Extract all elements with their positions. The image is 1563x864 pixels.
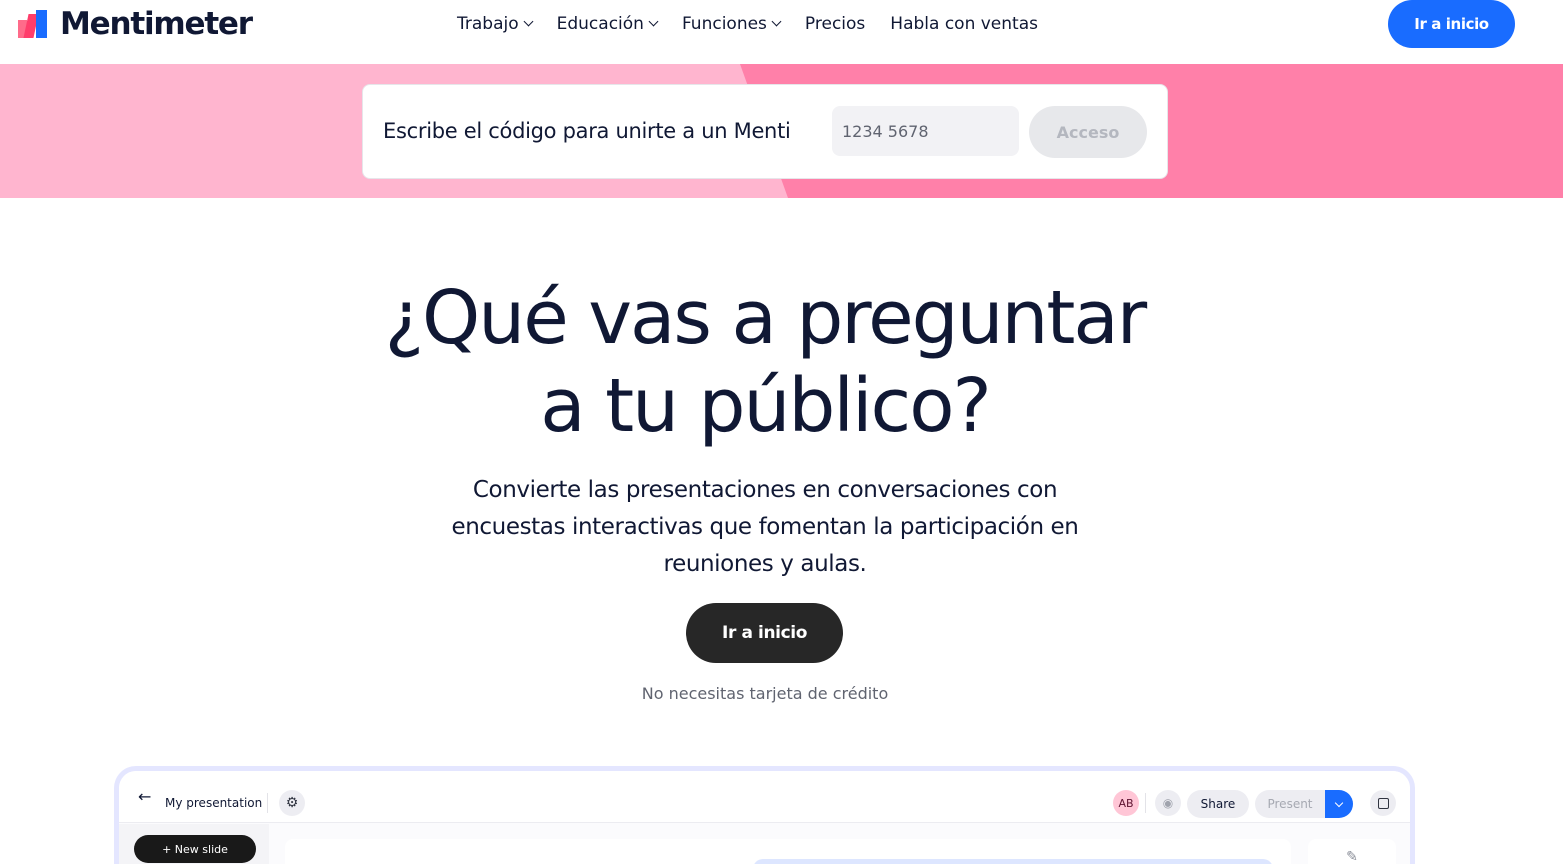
hero-title-line-2: a tu público?: [540, 363, 992, 449]
brand-name: Mentimeter: [60, 6, 253, 42]
app-preview: ← My presentation ⚙ AB ◉ Share Present +…: [114, 766, 1415, 864]
hero-go-to-home-button[interactable]: Ir a inicio: [686, 603, 843, 663]
join-code-label: Escribe el código para unirte a un Menti: [383, 119, 791, 143]
chevron-down-icon: [523, 16, 534, 27]
nav-educacion-label: Educación: [556, 14, 644, 34]
nav-habla-con-ventas[interactable]: Habla con ventas: [890, 14, 1038, 34]
main-nav: Trabajo Educación Funciones Precios Habl…: [457, 10, 1063, 38]
nav-trabajo[interactable]: Trabajo: [457, 14, 534, 34]
hero-title-line-1: ¿Qué vas a preguntar: [384, 275, 1147, 361]
eye-icon: ◉: [1155, 790, 1181, 816]
toolbar-divider: [1145, 793, 1146, 813]
chevron-down-icon: [771, 16, 782, 27]
mentimeter-logo-icon: [18, 10, 48, 38]
nav-funciones[interactable]: Funciones: [681, 14, 782, 34]
chevron-down-icon: [648, 16, 659, 27]
join-access-button[interactable]: Acceso: [1029, 106, 1147, 158]
top-navigation: Mentimeter Trabajo Educación Funciones P…: [0, 0, 1563, 64]
nav-precios[interactable]: Precios: [805, 14, 865, 34]
nav-educacion[interactable]: Educación: [556, 14, 659, 34]
back-arrow-icon: ←: [138, 787, 152, 806]
preview-toolbar: ← My presentation ⚙ AB ◉ Share Present: [119, 771, 1410, 823]
hero-title: ¿Qué vas a preguntar a tu público?: [340, 274, 1190, 450]
join-code-input[interactable]: [832, 106, 1019, 156]
join-code-card: Escribe el código para unirte a un Menti…: [362, 84, 1168, 179]
toolbar-divider: [267, 793, 268, 813]
pencil-icon: ✎: [1346, 849, 1358, 864]
preview-new-slide-button: + New slide: [134, 835, 256, 863]
mentimeter-logo[interactable]: Mentimeter: [18, 6, 253, 42]
nav-ventas-label: Habla con ventas: [890, 14, 1038, 34]
results-chart-icon: [1370, 790, 1396, 816]
preview-edit-panel: ✎: [1308, 839, 1396, 864]
hero-subtitle: Convierte las presentaciones en conversa…: [451, 477, 1079, 577]
preview-present-button: Present: [1255, 790, 1325, 818]
chevron-down-icon: [1325, 790, 1353, 818]
go-to-home-button[interactable]: Ir a inicio: [1388, 0, 1515, 48]
preview-slide-element: [753, 859, 1273, 864]
no-credit-card-note: No necesitas tarjeta de crédito: [641, 684, 889, 703]
gear-icon: ⚙: [279, 790, 305, 816]
nav-trabajo-label: Trabajo: [457, 14, 519, 34]
preview-presentation-title: My presentation: [165, 796, 263, 810]
preview-share-button: Share: [1187, 790, 1249, 818]
avatar: AB: [1113, 790, 1139, 816]
nav-precios-label: Precios: [804, 14, 866, 34]
nav-funciones-label: Funciones: [681, 14, 767, 34]
